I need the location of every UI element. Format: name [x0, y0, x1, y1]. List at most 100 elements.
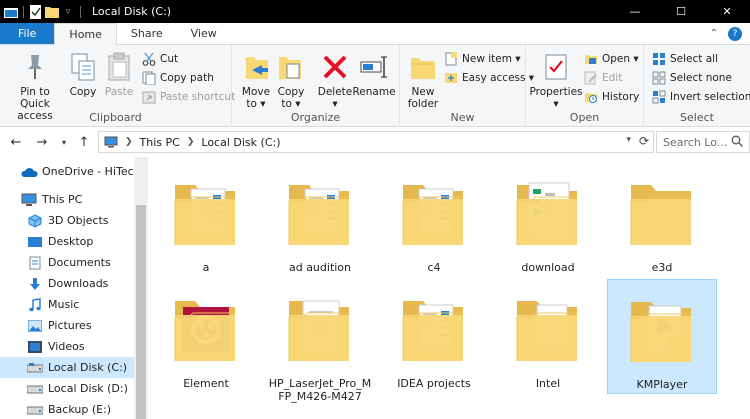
edit-button[interactable]: Edit	[584, 69, 622, 87]
tab-file[interactable]: File	[0, 23, 55, 44]
rename-button[interactable]: Rename	[352, 50, 396, 98]
copy-button[interactable]: Copy	[66, 50, 100, 98]
open-group-label: Open	[569, 111, 600, 124]
copy-to-icon	[275, 50, 307, 84]
pictures-icon	[26, 318, 44, 334]
folder-item[interactable]: HP_LaserJet_Pro_MFP_M426-M427	[265, 279, 375, 403]
organize-group: Move to ▾ Copy to ▾ Delete ▾ Rename Orga…	[232, 45, 400, 127]
paste-shortcut-button[interactable]: Paste shortcut	[142, 88, 235, 106]
cloud-icon	[20, 164, 38, 180]
copy-path-button[interactable]: Copy path	[142, 69, 214, 87]
folder-item[interactable]: Intel	[493, 279, 603, 394]
address-bar[interactable]: ❯ This PC ❯ Local Disk (C:) ▾ ⟳	[98, 131, 654, 153]
drive-icon	[26, 402, 44, 418]
nav-item-onedrive[interactable]: OneDrive - HiTech R	[0, 161, 134, 182]
up-arrow-icon[interactable]: ↑	[76, 134, 92, 150]
nav-item-documents[interactable]: Documents	[0, 252, 134, 273]
invert-selection-icon	[652, 90, 666, 104]
new-folder-button[interactable]: New folder	[404, 50, 442, 110]
copy-path-icon	[142, 71, 156, 85]
folder-item[interactable]: a	[151, 163, 261, 278]
invert-selection-button[interactable]: Invert selection	[652, 88, 750, 106]
move-to-button[interactable]: Move to ▾	[238, 50, 274, 110]
navigation-bar: ← → ▾ ↑ ❯ This PC ❯ Local Disk (C:) ▾ ⟳ …	[0, 127, 750, 157]
move-to-icon	[240, 50, 272, 84]
select-all-icon	[652, 52, 666, 66]
nav-item-backup-e[interactable]: Backup (E:)	[0, 399, 134, 419]
folder-name: Element	[183, 377, 229, 390]
nav-item-videos[interactable]: Videos	[0, 336, 134, 357]
collapse-ribbon-icon[interactable]: ⌃	[710, 28, 718, 39]
select-none-button[interactable]: Select none	[652, 69, 732, 87]
folder-item[interactable]: KMPlayer	[607, 279, 717, 394]
properties-large-icon	[540, 50, 572, 84]
scissors-icon	[142, 52, 156, 66]
properties-icon[interactable]	[29, 4, 43, 19]
delete-button[interactable]: Delete ▾	[316, 50, 354, 110]
chevron-right-icon[interactable]: ❯	[187, 137, 195, 147]
forward-arrow-icon[interactable]: →	[34, 134, 50, 150]
address-dropdown-icon[interactable]: ▾	[626, 135, 631, 145]
explorer-icon[interactable]	[4, 5, 18, 19]
new-item-button[interactable]: New item ▾	[444, 50, 521, 68]
nav-item-pictures[interactable]: Pictures	[0, 315, 134, 336]
paste-icon	[103, 50, 135, 84]
select-all-button[interactable]: Select all	[652, 50, 718, 68]
folder-icon	[165, 291, 247, 371]
folder-item[interactable]: e3d	[607, 163, 717, 278]
folder-item[interactable]: Element	[151, 279, 261, 394]
folder-name: ad audition	[288, 261, 352, 274]
paste-button[interactable]: Paste	[102, 50, 136, 98]
search-icon	[731, 135, 743, 150]
refresh-icon[interactable]: ⟳	[639, 134, 649, 148]
folder-item[interactable]: IDEA projects	[379, 279, 489, 394]
tab-view[interactable]: View	[177, 23, 231, 44]
nav-item-local-disk-c[interactable]: Local Disk (C:)	[0, 357, 134, 378]
cut-button[interactable]: Cut	[142, 50, 178, 68]
search-input[interactable]: Search Lo...	[656, 131, 750, 153]
folder-item[interactable]: ad audition	[265, 163, 375, 278]
rename-icon	[358, 50, 390, 84]
history-button[interactable]: History	[584, 88, 639, 106]
nav-pane-scrollbar[interactable]	[134, 157, 148, 419]
close-button[interactable]: ✕	[704, 0, 750, 23]
scrollbar-thumb[interactable]	[136, 205, 146, 419]
nav-item-downloads[interactable]: Downloads	[0, 273, 134, 294]
new-group-label: New	[450, 111, 475, 124]
folder-item[interactable]: download	[493, 163, 603, 278]
open-group: Properties ▾ Open ▾ Edit History Open	[526, 45, 644, 127]
recent-locations-icon[interactable]: ▾	[56, 134, 72, 150]
new-folder-icon	[407, 50, 439, 84]
easy-access-button[interactable]: Easy access ▾	[444, 69, 534, 87]
open-icon	[584, 52, 598, 66]
maximize-button[interactable]: ☐	[658, 0, 704, 23]
help-icon[interactable]: ?	[728, 26, 742, 41]
folder-item[interactable]: c4	[379, 163, 489, 278]
nav-item-desktop[interactable]: Desktop	[0, 231, 134, 252]
breadcrumb-this-pc[interactable]: This PC	[140, 136, 180, 149]
properties-button[interactable]: Properties ▾	[529, 50, 583, 110]
tab-share[interactable]: Share	[117, 23, 177, 44]
back-arrow-icon[interactable]: ←	[8, 134, 24, 150]
computer-icon	[20, 192, 38, 208]
new-folder-quick-icon[interactable]	[45, 5, 59, 19]
folder-name: HP_LaserJet_Pro_MFP_M426-M427	[268, 377, 372, 403]
customize-toolbar-icon[interactable]: ▿	[61, 5, 75, 19]
open-button[interactable]: Open ▾	[584, 50, 639, 68]
nav-item-local-disk-d[interactable]: Local Disk (D:)	[0, 378, 134, 399]
minimize-button[interactable]: —	[612, 0, 658, 23]
tab-home[interactable]: Home	[54, 23, 117, 45]
new-item-icon	[444, 52, 458, 66]
nav-item-3d-objects[interactable]: 3D Objects	[0, 210, 134, 231]
music-icon	[26, 297, 44, 313]
documents-icon	[26, 255, 44, 271]
download-icon	[26, 276, 44, 292]
chevron-right-icon[interactable]: ❯	[125, 137, 133, 147]
breadcrumb-local-disk-c[interactable]: Local Disk (C:)	[201, 136, 280, 149]
folder-name: KMPlayer	[636, 378, 688, 391]
history-icon	[584, 90, 598, 104]
nav-item-this-pc[interactable]: This PC	[0, 189, 134, 210]
nav-item-music[interactable]: Music	[0, 294, 134, 315]
title-bar: ▿ Local Disk (C:) — ☐ ✕	[0, 0, 750, 23]
copy-to-button[interactable]: Copy to ▾	[274, 50, 308, 110]
